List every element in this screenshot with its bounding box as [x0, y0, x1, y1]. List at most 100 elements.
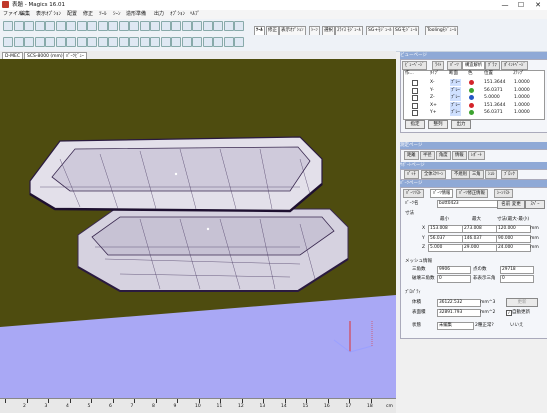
print-icon[interactable]	[45, 21, 55, 31]
tab-triangle[interactable]: 三角	[469, 170, 484, 179]
rotate-view-icon[interactable]	[45, 37, 55, 47]
tab-section[interactable]: 構造解析	[462, 61, 486, 70]
tab-graph[interactable]: ｸﾞﾗﾌ	[485, 61, 500, 70]
tab-info[interactable]: 情報	[452, 151, 467, 160]
ribbon-tab-tools[interactable]: ﾂｰﾙ	[254, 26, 265, 35]
cut-icon[interactable]	[55, 21, 66, 31]
section-row-position[interactable]: 151.3644	[484, 102, 505, 109]
section-row-checkbox[interactable]	[412, 102, 418, 109]
info-icon[interactable]	[202, 21, 213, 31]
menu-help[interactable]: ﾍﾙﾌﾟ	[190, 10, 200, 19]
section-icon[interactable]	[87, 37, 97, 47]
tab-patch[interactable]: ﾊﾟｯﾁ	[404, 170, 419, 179]
wireframe-icon[interactable]	[55, 37, 66, 47]
section-row-position[interactable]: 56.0371	[484, 109, 503, 116]
section-row-position[interactable]: 5.0000	[484, 94, 500, 101]
copy-icon[interactable]	[66, 21, 76, 31]
section-row-mode[interactable]: ﾌﾟﾚｰ	[450, 86, 461, 94]
section-row-color-swatch[interactable]	[469, 80, 474, 85]
platform-icon[interactable]	[223, 37, 234, 47]
tab-part-list[interactable]: ﾊﾟｰﾂﾘｽﾄ	[403, 189, 425, 198]
save-as-icon[interactable]	[34, 21, 45, 31]
camera-icon[interactable]	[160, 37, 171, 47]
section-row-step[interactable]: 1.0000	[514, 94, 530, 101]
menu-tools[interactable]: ﾂｰﾙ	[99, 10, 107, 19]
show-icon[interactable]	[139, 37, 150, 47]
view-back-icon[interactable]	[223, 21, 234, 31]
rotate-icon[interactable]	[118, 21, 129, 31]
ribbon-tab-sgplus[interactable]: SG+ﾓｼﾞｭｰﾙ	[366, 26, 394, 35]
section-row-position[interactable]: 151.3644	[484, 79, 505, 86]
section-row-mode[interactable]: ﾌﾟﾚｰ	[450, 101, 461, 109]
open-file-icon[interactable]	[13, 21, 24, 31]
view-iso-icon[interactable]	[234, 21, 244, 31]
menu-options[interactable]: ｵﾌﾟｼｮﾝ	[170, 10, 185, 19]
build-icon[interactable]	[234, 37, 244, 47]
tab-distance[interactable]: 距離	[404, 151, 419, 160]
menu-fix[interactable]: 修正	[83, 10, 93, 19]
ribbon-tab-fix[interactable]: 修正	[266, 26, 279, 35]
menu-build-prep[interactable]: 造形準備	[126, 10, 146, 19]
select-all-icon[interactable]	[108, 37, 118, 47]
section-row-step[interactable]: 1.0000	[514, 87, 530, 94]
menu-output[interactable]: 出力	[154, 10, 164, 19]
translate-icon[interactable]	[129, 21, 139, 31]
screenshot-icon[interactable]	[202, 37, 213, 47]
ribbon-tab-tooling[interactable]: Toolingﾓｼﾞｭｰﾙ	[425, 26, 459, 35]
fix-wizard-icon[interactable]	[181, 21, 192, 31]
tab-full-screen[interactable]: 全体ｽｸﾘｰﾝ	[421, 170, 447, 179]
save-icon[interactable]	[24, 21, 34, 31]
ruler-icon[interactable]	[192, 37, 202, 47]
section-row-mode[interactable]: ﾌﾟﾚｰ	[450, 109, 461, 116]
tab-irregular[interactable]: 不規則	[451, 170, 470, 179]
menu-scene[interactable]: ｼｰﾝ	[113, 10, 121, 19]
minimize-button[interactable]: —	[497, 0, 513, 10]
new-file-icon[interactable]	[3, 21, 13, 31]
rename-button[interactable]: 名前 変更	[497, 200, 525, 209]
section-row-color-swatch[interactable]	[469, 110, 474, 115]
section-row-color-swatch[interactable]	[469, 87, 474, 93]
hide-icon[interactable]	[129, 37, 139, 47]
menu-edit[interactable]: 編集	[20, 10, 30, 19]
section-row-mode[interactable]: ﾌﾟﾚｰ	[450, 94, 461, 101]
align-button[interactable]: 整列	[428, 120, 448, 129]
view-front-icon[interactable]	[213, 21, 223, 31]
section-row-color-swatch[interactable]	[469, 102, 474, 108]
section-row-color-swatch[interactable]	[469, 95, 474, 100]
tab-angle[interactable]: 角度	[436, 151, 451, 160]
ribbon-tab-scene[interactable]: ｼｰﾝ	[309, 26, 320, 35]
3d-viewport[interactable]	[0, 59, 396, 400]
tab-report[interactable]: ﾚﾎﾟｰﾄ	[468, 151, 485, 160]
paste-icon[interactable]	[76, 21, 87, 31]
menu-position[interactable]: 配置	[67, 10, 77, 19]
tab-block[interactable]: ﾌﾞﾛｯｸ	[501, 170, 518, 179]
section-row-step[interactable]: 1.0000	[514, 102, 530, 109]
section-row-checkbox[interactable]	[412, 95, 418, 101]
ribbon-tab-slice[interactable]: ｽﾗｲｽ ﾓｼﾞｭｰﾙ	[335, 26, 363, 35]
light-icon[interactable]	[171, 37, 181, 47]
tab-shell[interactable]: ｼｪﾙ	[485, 170, 498, 179]
color-icon[interactable]	[150, 37, 160, 47]
tab-light[interactable]: ﾗｲﾄ	[432, 61, 445, 70]
section-row-checkbox[interactable]	[412, 110, 418, 116]
part-upper-lid[interactable]	[29, 136, 323, 213]
ribbon-tab-view-options[interactable]: 表示ｵﾌﾟｼｮﾝ	[279, 26, 306, 35]
undo-icon[interactable]	[97, 21, 108, 31]
pan-icon[interactable]	[34, 37, 45, 47]
tab-view-page[interactable]: ﾋﾞｭｰﾍﾟｰｼﾞ	[402, 61, 428, 70]
redo-icon[interactable]	[108, 21, 118, 31]
part-lower-tray[interactable]	[77, 208, 349, 292]
section-row-checkbox[interactable]	[412, 80, 418, 86]
triangle-icon[interactable]	[76, 37, 87, 47]
ribbon-tab-sg[interactable]: SGモｼﾞｭｰﾙ	[393, 26, 420, 35]
select-part-icon[interactable]	[97, 37, 108, 47]
close-button[interactable]: ✕	[530, 0, 546, 10]
more-button[interactable]: ｽﾍﾟｰ	[525, 200, 545, 209]
tab-scene-list[interactable]: ｼｰﾝﾘｽﾄ	[494, 189, 513, 198]
section-row-checkbox[interactable]	[412, 87, 418, 94]
section-row-step[interactable]: 1.0000	[514, 79, 530, 86]
scale-icon[interactable]	[150, 21, 160, 31]
mirror-icon[interactable]	[139, 21, 150, 31]
tab-part-fix-info[interactable]: ﾊﾟｰﾂ修正情報	[456, 189, 488, 198]
ribbon-tab-select[interactable]: 選択	[322, 26, 335, 35]
